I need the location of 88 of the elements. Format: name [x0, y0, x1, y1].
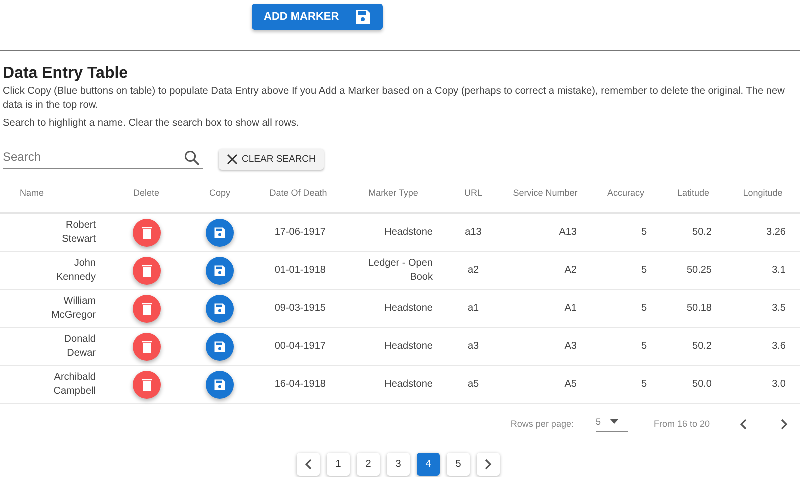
table-cell: 17-06-1917 — [274, 226, 326, 238]
table-cell: a3 — [468, 340, 480, 352]
name-cell: John Kennedy — [56, 258, 96, 282]
add-marker-button[interactable]: ADD MARKER — [252, 4, 384, 30]
table-cell: 50.0 — [692, 378, 712, 390]
table-cell: 50.2 — [692, 340, 712, 352]
column-header: URL — [464, 188, 482, 198]
table-cell: A3 — [564, 340, 577, 352]
delete-button[interactable] — [132, 332, 160, 360]
table-cell: a13 — [465, 226, 482, 238]
trash-icon — [142, 340, 152, 352]
page-button[interactable]: 2 — [357, 453, 380, 476]
table-cell: A2 — [564, 264, 577, 276]
table-cell: a1 — [468, 302, 480, 314]
page-button[interactable]: 3 — [387, 453, 410, 476]
page-button[interactable]: 5 — [447, 453, 470, 476]
table-cell: 5 — [641, 340, 647, 352]
table-cell: Headstone — [384, 378, 433, 390]
trash-icon — [142, 226, 152, 238]
table-cell: 50.25 — [686, 264, 712, 276]
table-cell: 3.5 — [772, 302, 786, 314]
copy-button[interactable] — [206, 332, 234, 360]
copy-button[interactable] — [206, 294, 234, 322]
trash-icon — [142, 302, 152, 314]
name-cell: Archibald Campbell — [54, 372, 96, 396]
delete-button[interactable] — [132, 218, 160, 246]
chevron-left-icon — [740, 418, 747, 430]
table-cell: 09-03-1915 — [274, 302, 326, 314]
column-header: Copy — [209, 188, 230, 198]
table-cell: Headstone — [384, 340, 433, 352]
delete-button[interactable] — [132, 256, 160, 284]
table-cell: 3.1 — [772, 264, 786, 276]
table-cell: 3.26 — [766, 226, 786, 238]
rows-per-page-select[interactable]: 5 — [596, 416, 628, 432]
caret-icon — [610, 419, 619, 424]
next-page-button[interactable] — [477, 453, 500, 476]
table-cell: Ledger - Open Book — [368, 258, 433, 282]
section-title: Data Entry Table — [3, 65, 130, 83]
trash-icon — [142, 264, 152, 276]
chevron-right-icon — [781, 418, 788, 430]
delete-button[interactable] — [132, 294, 160, 322]
clear-search-button[interactable]: CLEAR SEARCH — [219, 149, 324, 170]
table-cell: 50.2 — [692, 226, 712, 238]
table-cell: 3.6 — [772, 340, 786, 352]
page-range-text: From 16 to 20 — [654, 419, 710, 429]
table-cell: 50.18 — [686, 302, 712, 314]
column-header: Name — [20, 188, 44, 198]
table-cell: Headstone — [384, 302, 433, 314]
column-header: Date Of Death — [270, 188, 328, 198]
table-cell: A5 — [564, 378, 577, 390]
column-header: Marker Type — [368, 188, 418, 198]
rows-per-page-label: Rows per page: — [510, 419, 574, 429]
previous-page-button[interactable] — [297, 453, 320, 476]
page-button[interactable]: 1 — [327, 453, 350, 476]
column-header: Service Number — [513, 188, 578, 198]
name-cell: Donald Dewar — [64, 334, 96, 358]
search-icon — [184, 150, 200, 166]
description-text: Click Copy (Blue buttons on table) to populate Data Entry above If you Add a Marker based on a Copy (perhaps to correct a mistake), remember to delete the original. The new data is in the top row. — [3, 85, 786, 113]
close-icon — [227, 154, 238, 165]
table-cell: 5 — [641, 264, 647, 276]
table-cell: A13 — [559, 226, 577, 238]
hint-text: Search to highlight a name. Clear the search box to show all rows. — [3, 117, 300, 131]
table-cell: 16-04-1918 — [274, 378, 326, 390]
name-cell: Robert Stewart — [62, 220, 96, 244]
table-cell: 01-01-1918 — [274, 264, 326, 276]
table-cell: Headstone — [384, 226, 433, 238]
copy-button[interactable] — [206, 370, 234, 398]
column-header: Accuracy — [607, 188, 644, 198]
delete-button[interactable] — [132, 370, 160, 398]
copy-button[interactable] — [206, 218, 234, 246]
name-cell: William McGregor — [52, 296, 96, 320]
column-header: Latitude — [677, 188, 710, 198]
table-cell: 00-04-1917 — [274, 340, 326, 352]
column-header: Delete — [133, 188, 160, 198]
table-cell: 3.0 — [772, 378, 786, 390]
page-button[interactable]: 4 — [417, 453, 440, 476]
search-field[interactable]: Search — [3, 150, 203, 169]
column-header: Longitude — [743, 188, 783, 198]
table-cell: 5 — [641, 302, 647, 314]
chevron-left-icon — [305, 459, 312, 470]
chevron-right-icon — [485, 459, 492, 470]
table-cell: a5 — [468, 378, 480, 390]
table-cell: a2 — [468, 264, 480, 276]
table-cell: A1 — [564, 302, 577, 314]
table-cell: 5 — [641, 378, 647, 390]
copy-button[interactable] — [206, 256, 234, 284]
table-cell: 5 — [641, 226, 647, 238]
trash-icon — [142, 378, 152, 390]
